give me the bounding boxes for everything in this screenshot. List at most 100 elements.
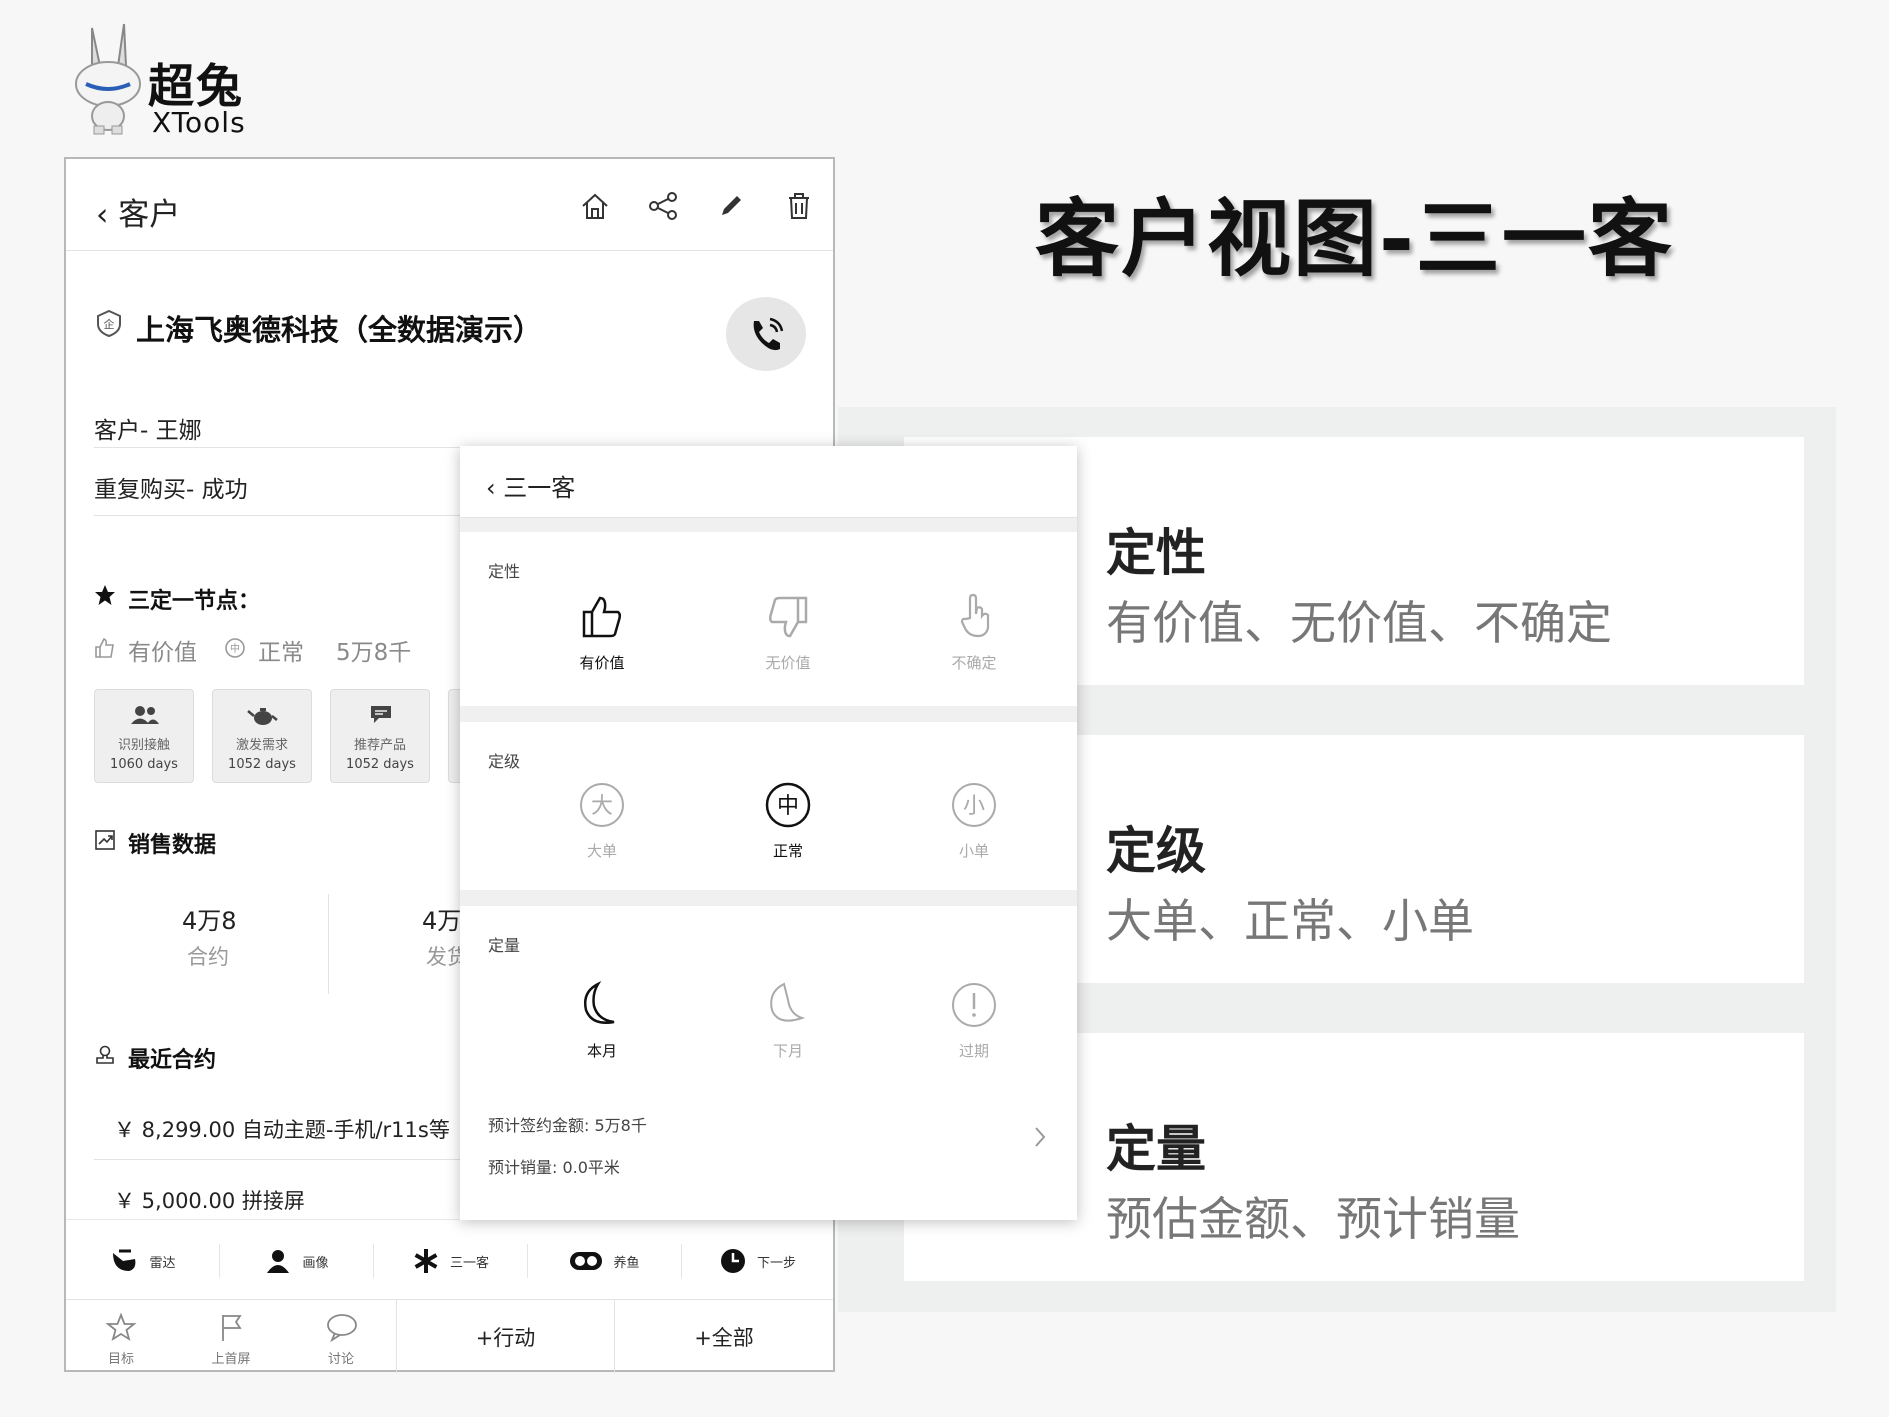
- sales-title: 销售数据: [128, 833, 217, 858]
- chevron-left-icon: ‹: [96, 197, 109, 233]
- back-label: 客户: [118, 197, 181, 233]
- tab-three-one[interactable]: 三一客: [374, 1220, 527, 1302]
- estimated-amount: 预计签约金额: 5万8千: [488, 1116, 647, 1135]
- stat-divider: [328, 894, 329, 994]
- stat-value: 4万: [422, 907, 462, 935]
- option-label: 不确定: [951, 654, 997, 672]
- chevron-left-icon: ‹: [486, 474, 496, 502]
- tab-label: 雷达: [149, 1255, 176, 1271]
- tab-nurture[interactable]: 养鱼: [528, 1220, 681, 1302]
- card-subtitle: 有价值、无价值、不确定: [1106, 596, 1612, 650]
- level-section: 定级 大 大单 中 正常 小 小单: [460, 722, 1077, 890]
- option-next-month[interactable]: 下月: [728, 980, 848, 1061]
- svg-text:大: 大: [591, 794, 613, 819]
- option-not-valuable[interactable]: 无价值: [728, 592, 848, 673]
- tag-quality: 有价值: [128, 640, 197, 666]
- moon-outline-icon: [770, 982, 806, 1022]
- option-label: 过期: [958, 1042, 989, 1060]
- modal-header: ‹ 三一客: [460, 446, 1077, 518]
- edit-icon[interactable]: [714, 189, 748, 223]
- add-action-button[interactable]: +行动: [396, 1300, 614, 1373]
- estimated-volume: 预计销量: 0.0平米: [488, 1158, 620, 1177]
- chevron-right-icon[interactable]: [1032, 1124, 1048, 1150]
- divider: [94, 1159, 474, 1160]
- tag-level: 正常: [258, 640, 304, 666]
- card-title: 定级: [1106, 822, 1206, 880]
- clock-icon: [720, 1249, 745, 1273]
- option-label: 大单: [586, 842, 617, 860]
- contact-row[interactable]: 客户- 王娜: [94, 411, 202, 445]
- discuss-label: 讨论: [327, 1352, 354, 1367]
- level-mid-icon: 中: [224, 637, 246, 659]
- phone-icon: [753, 317, 784, 351]
- quantity-section: 定量 本月 下月 过期 预计签约金额: 5万8千 预计销量: 0.0平米: [460, 906, 1077, 1220]
- tab-radar[interactable]: 雷达: [66, 1220, 219, 1302]
- node-card[interactable]: 激发需求 1052 days: [212, 689, 312, 783]
- option-normal[interactable]: 中 正常: [728, 780, 848, 861]
- option-large-deal[interactable]: 大 大单: [542, 780, 662, 861]
- person-icon: [267, 1250, 290, 1273]
- thumb-up-icon: [94, 637, 116, 659]
- order-row[interactable]: ￥ 5,000.00 拼接屏: [114, 1185, 305, 1215]
- option-uncertain[interactable]: 不确定: [914, 592, 1034, 673]
- tab-label: 画像: [302, 1255, 329, 1271]
- call-button[interactable]: [726, 297, 806, 371]
- home-icon[interactable]: [578, 189, 612, 223]
- trend-chart-icon: [94, 829, 116, 851]
- tab-portrait[interactable]: 画像: [220, 1220, 373, 1302]
- star-icon: [94, 584, 116, 606]
- tab-label: 三一客: [449, 1255, 489, 1271]
- share-icon[interactable]: [646, 189, 680, 223]
- card-subtitle: 大单、正常、小单: [1106, 894, 1474, 948]
- svg-text:企: 企: [104, 317, 115, 331]
- nodes-title: 三定一节点：: [128, 589, 261, 614]
- teapot-icon: [247, 708, 278, 725]
- node-card[interactable]: 推荐产品 1052 days: [330, 689, 430, 783]
- thumbs-up-icon: [582, 596, 622, 638]
- radar-icon: [113, 1249, 136, 1271]
- modal-back-button[interactable]: ‹ 三一客: [486, 468, 575, 503]
- goal-label: 目标: [107, 1352, 134, 1367]
- tab-next-step[interactable]: 下一步: [682, 1220, 833, 1302]
- tab-label: 养鱼: [613, 1255, 640, 1271]
- node-card[interactable]: 识别接触 1060 days: [94, 689, 194, 783]
- option-label: 小单: [958, 842, 989, 860]
- enterprise-icon: 企: [96, 309, 122, 337]
- status-row[interactable]: 重复购买- 成功: [94, 470, 248, 504]
- comment-icon: [327, 1314, 357, 1343]
- delete-icon[interactable]: [782, 189, 816, 223]
- circle-mid-icon: 中: [765, 782, 811, 828]
- people-icon: [131, 706, 159, 724]
- node-card-days: 1052 days: [228, 757, 296, 772]
- option-expired[interactable]: 过期: [914, 980, 1034, 1061]
- tag-amount: 5万8千: [336, 640, 412, 666]
- circle-large-icon: 大: [580, 783, 624, 827]
- goal-button[interactable]: 目标: [66, 1300, 176, 1373]
- section-label: 定性: [488, 562, 521, 581]
- circle-small-icon: 小: [952, 783, 996, 827]
- option-small-deal[interactable]: 小 小单: [914, 780, 1034, 861]
- page-title: 客户视图-三一客: [1035, 190, 1674, 288]
- option-valuable[interactable]: 有价值: [542, 592, 662, 673]
- add-all-button[interactable]: +全部: [614, 1300, 833, 1373]
- option-label: 有价值: [579, 654, 625, 672]
- discuss-button[interactable]: 讨论: [286, 1300, 396, 1373]
- pin-top-button[interactable]: 上首屏: [176, 1300, 286, 1373]
- node-card-days: 1052 days: [346, 757, 414, 772]
- back-button[interactable]: ‹ 客户: [96, 189, 180, 234]
- card-title: 定量: [1106, 1120, 1206, 1178]
- svg-text:中: 中: [777, 794, 799, 819]
- pointing-hand-icon: [960, 593, 990, 638]
- company-name: 上海飞奥德科技（全数据演示）: [136, 313, 543, 347]
- option-label: 下月: [772, 1042, 803, 1060]
- node-card-label: 激发需求: [235, 738, 288, 753]
- svg-text:中: 中: [230, 642, 240, 655]
- order-row[interactable]: ￥ 8,299.00 自动主题-手机/r11s等: [114, 1114, 450, 1144]
- tab-label: 下一步: [756, 1255, 796, 1271]
- divider: [94, 515, 494, 516]
- three-one-modal: ‹ 三一客 定性 有价值 无价值 不确定 定级 大 大单 中 正常 小 小单 定…: [460, 446, 1077, 1220]
- star-outline-icon: [105, 1312, 137, 1341]
- section-label: 定量: [488, 936, 521, 955]
- option-label: 正常: [772, 842, 803, 860]
- option-this-month[interactable]: 本月: [542, 980, 662, 1061]
